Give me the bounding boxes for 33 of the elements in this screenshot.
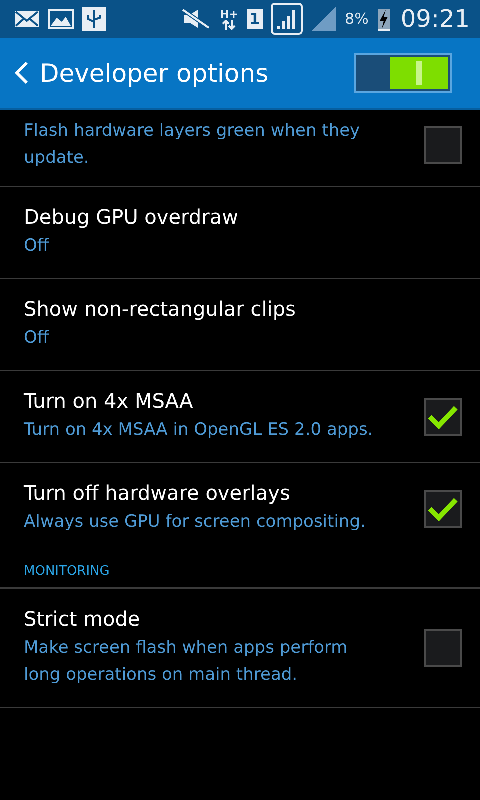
setting-summary: Turn on 4x MSAA in OpenGL ES 2.0 apps. xyxy=(24,419,374,442)
master-switch[interactable] xyxy=(354,53,452,93)
setting-title[interactable]: Show non-rectangular clips xyxy=(24,297,412,321)
checkmark-icon xyxy=(428,496,458,520)
setting-summary: Always use GPU for screen compositing. xyxy=(24,511,367,534)
setting-summary: Off xyxy=(24,327,50,350)
sim-indicator: 1 xyxy=(246,9,264,29)
checkbox[interactable] xyxy=(424,126,462,164)
screen-title: Developer options xyxy=(40,58,270,88)
mail-icon xyxy=(14,10,40,28)
signal-icon xyxy=(311,6,338,32)
image-icon xyxy=(48,9,74,29)
battery-charging-icon xyxy=(376,6,391,32)
setting-summary: Off xyxy=(24,235,50,258)
setting-title[interactable]: Debug GPU overdraw xyxy=(24,205,412,229)
back-icon[interactable] xyxy=(14,61,30,85)
usb-icon xyxy=(82,7,106,31)
mute-icon xyxy=(180,8,212,30)
setting-title[interactable]: Strict mode xyxy=(24,607,374,631)
signal-icon xyxy=(271,3,304,35)
setting-summary: Flash hardware layers green when they update. xyxy=(24,120,362,170)
setting-summary: Make screen flash when apps perform long operations on main thread. xyxy=(24,637,349,687)
battery-percent: 8% xyxy=(345,10,369,28)
network-type: H+ xyxy=(220,8,239,20)
section-header: MONITORING xyxy=(0,554,480,589)
setting-title[interactable]: Turn off hardware overlays xyxy=(24,481,374,505)
checkmark-icon xyxy=(428,404,458,428)
data-arrows-icon xyxy=(222,20,236,30)
setting-title[interactable]: Turn on 4x MSAA xyxy=(24,389,374,413)
checkbox[interactable] xyxy=(424,629,462,667)
clock: 09:21 xyxy=(400,5,470,33)
checkbox[interactable] xyxy=(424,490,462,528)
checkbox[interactable] xyxy=(424,398,462,436)
